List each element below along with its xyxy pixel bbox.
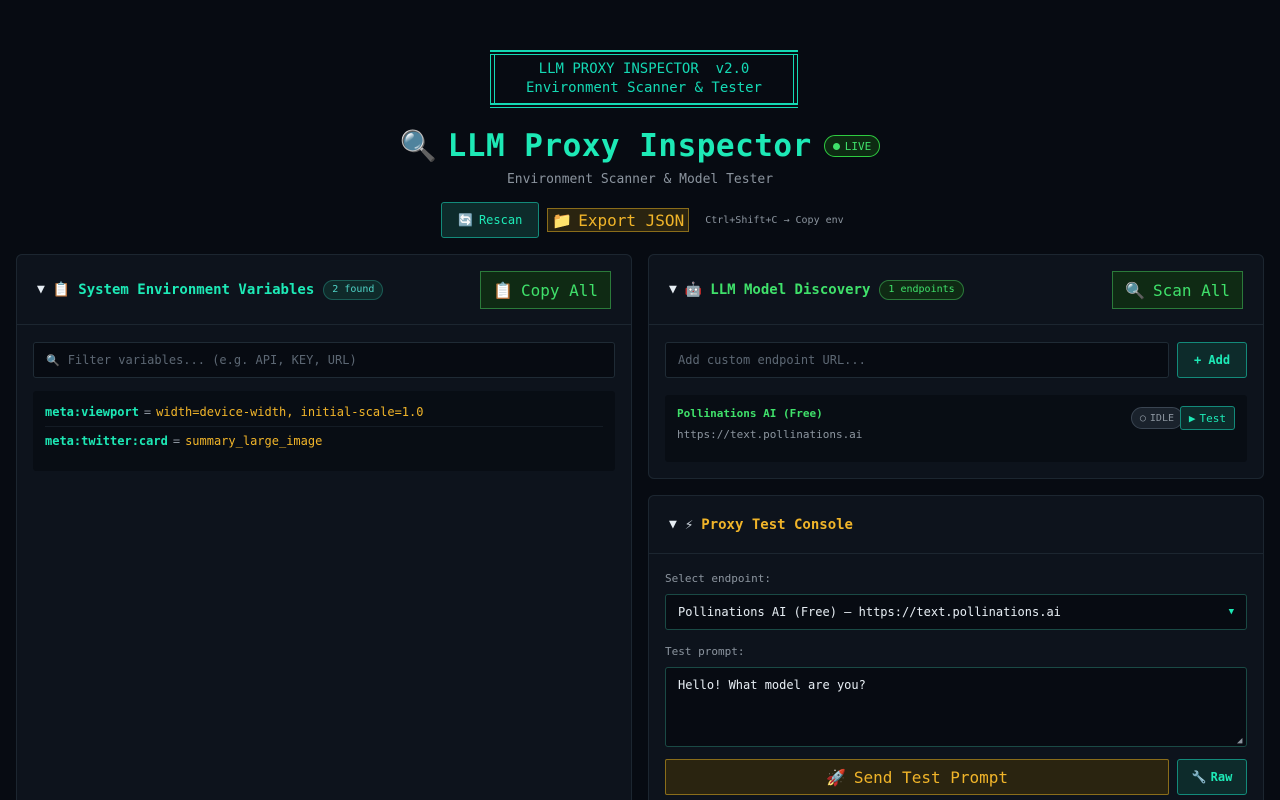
page-title: 🔍 LLM Proxy Inspector bbox=[400, 128, 812, 164]
send-test-prompt-label: Send Test Prompt bbox=[853, 767, 1009, 787]
live-dot-icon bbox=[832, 142, 840, 150]
select-endpoint-label: Select endpoint: bbox=[665, 572, 771, 585]
clipboard-icon: 📋 bbox=[52, 281, 71, 298]
env-variable-row[interactable]: meta:twitter:card = summary_large_image bbox=[45, 426, 603, 455]
proxy-test-console-panel: ▼ ⚡ Proxy Test Console Select endpoint: … bbox=[648, 495, 1264, 800]
endpoint-url: https://text.pollinations.ai bbox=[677, 428, 863, 441]
status-circle-icon: ○ bbox=[1139, 412, 1146, 424]
env-key: meta:twitter:card bbox=[45, 434, 168, 448]
search-icon: 🔍 bbox=[46, 353, 60, 367]
send-test-prompt-button[interactable]: 🚀 Send Test Prompt bbox=[665, 759, 1169, 795]
env-equals: = bbox=[143, 404, 152, 419]
test-prompt-label: Test prompt: bbox=[665, 645, 745, 658]
rocket-icon: 🚀 bbox=[825, 767, 846, 787]
filter-field[interactable]: 🔍 bbox=[33, 342, 615, 378]
env-panel-title: System Environment Variables bbox=[78, 281, 315, 298]
toolbar: 🔄 Rescan 📁 Export JSON Ctrl+Shift+C → Co… bbox=[441, 202, 844, 238]
copy-all-label: Copy All bbox=[520, 280, 598, 300]
llm-discovery-panel: ▼ 🤖 LLM Model Discovery 1 endpoints 🔍 Sc… bbox=[648, 254, 1264, 479]
selected-endpoint-value: Pollinations AI (Free) — https://text.po… bbox=[678, 605, 1061, 619]
title-row: 🔍 LLM Proxy Inspector LIVE bbox=[0, 122, 1280, 170]
banner-border-top bbox=[490, 50, 798, 55]
env-variables-panel: ▼ 📋 System Environment Variables 2 found… bbox=[16, 254, 632, 800]
magnifier-icon: 🔍 bbox=[399, 129, 438, 164]
banner-line-2: Environment Scanner & Tester bbox=[525, 80, 762, 96]
folder-icon: 📁 bbox=[552, 210, 573, 230]
test-prompt-input[interactable]: Hello! What model are you? bbox=[665, 667, 1247, 747]
collapse-caret-icon[interactable]: ▼ bbox=[669, 517, 677, 532]
test-endpoint-button[interactable]: ▶ Test bbox=[1179, 406, 1235, 430]
scan-all-label: Scan All bbox=[1152, 280, 1230, 300]
llm-panel-header[interactable]: ▼ 🤖 LLM Model Discovery 1 endpoints 🔍 Sc… bbox=[649, 255, 1263, 325]
filter-input[interactable] bbox=[67, 353, 602, 367]
copy-all-button[interactable]: 📋 Copy All bbox=[480, 271, 611, 309]
endpoint-status-badge: ○ IDLE bbox=[1130, 407, 1183, 429]
endpoint-status-label: IDLE bbox=[1149, 412, 1174, 424]
endpoint-select[interactable]: Pollinations AI (Free) — https://text.po… bbox=[665, 594, 1247, 630]
env-count-badge: 2 found bbox=[323, 279, 384, 300]
add-endpoint-button[interactable]: + Add bbox=[1177, 342, 1247, 378]
shortcut-hint: Ctrl+Shift+C → Copy env bbox=[705, 214, 844, 226]
page-title-text: LLM Proxy Inspector bbox=[447, 128, 812, 164]
refresh-icon: 🔄 bbox=[458, 213, 473, 227]
rescan-label: Rescan bbox=[478, 213, 523, 227]
custom-endpoint-input[interactable] bbox=[665, 342, 1169, 378]
ascii-banner: LLM PROXY INSPECTOR v2.0 Environment Sca… bbox=[490, 50, 798, 108]
resize-grip-icon[interactable]: ◢ bbox=[1237, 736, 1242, 746]
console-panel-title: Proxy Test Console bbox=[701, 516, 853, 533]
collapse-caret-icon[interactable]: ▼ bbox=[669, 282, 677, 297]
search-icon: 🔍 bbox=[1125, 280, 1145, 300]
env-panel-header[interactable]: ▼ 📋 System Environment Variables 2 found… bbox=[17, 255, 631, 325]
env-value: width=device-width, initial-scale=1.0 bbox=[156, 404, 424, 419]
chevron-down-icon: ▼ bbox=[1228, 607, 1234, 617]
env-equals: = bbox=[172, 434, 181, 448]
export-json-label: Export JSON bbox=[578, 210, 685, 230]
live-status-badge: LIVE bbox=[823, 135, 881, 157]
env-value: summary_large_image bbox=[185, 434, 323, 448]
collapse-caret-icon[interactable]: ▼ bbox=[37, 282, 45, 297]
page-subtitle: Environment Scanner & Model Tester bbox=[506, 172, 774, 187]
robot-icon: 🤖 bbox=[684, 281, 703, 298]
banner-line-1: LLM PROXY INSPECTOR v2.0 bbox=[538, 61, 750, 77]
endpoint-count-badge: 1 endpoints bbox=[879, 279, 964, 300]
rescan-button[interactable]: 🔄 Rescan bbox=[441, 202, 540, 238]
raw-button[interactable]: 🔧 Raw bbox=[1177, 759, 1247, 795]
banner-border-bottom bbox=[490, 103, 798, 108]
export-json-button[interactable]: 📁 Export JSON bbox=[547, 208, 690, 232]
play-icon: ▶ bbox=[1188, 411, 1196, 425]
env-variable-row[interactable]: meta:viewport = width=device-width, init… bbox=[45, 397, 603, 426]
scan-all-button[interactable]: 🔍 Scan All bbox=[1112, 271, 1243, 309]
endpoint-card: Pollinations AI (Free) https://text.poll… bbox=[665, 395, 1247, 462]
wrench-icon: 🔧 bbox=[1191, 770, 1207, 784]
env-key: meta:viewport bbox=[45, 404, 139, 419]
console-panel-header[interactable]: ▼ ⚡ Proxy Test Console bbox=[649, 496, 1263, 554]
lightning-icon: ⚡ bbox=[684, 516, 694, 533]
clipboard-icon: 📋 bbox=[493, 280, 513, 300]
llm-panel-title: LLM Model Discovery bbox=[710, 281, 871, 298]
test-label: Test bbox=[1199, 411, 1227, 425]
env-variable-list: meta:viewport = width=device-width, init… bbox=[33, 391, 615, 471]
live-label: LIVE bbox=[844, 139, 872, 153]
raw-label: Raw bbox=[1210, 770, 1233, 784]
